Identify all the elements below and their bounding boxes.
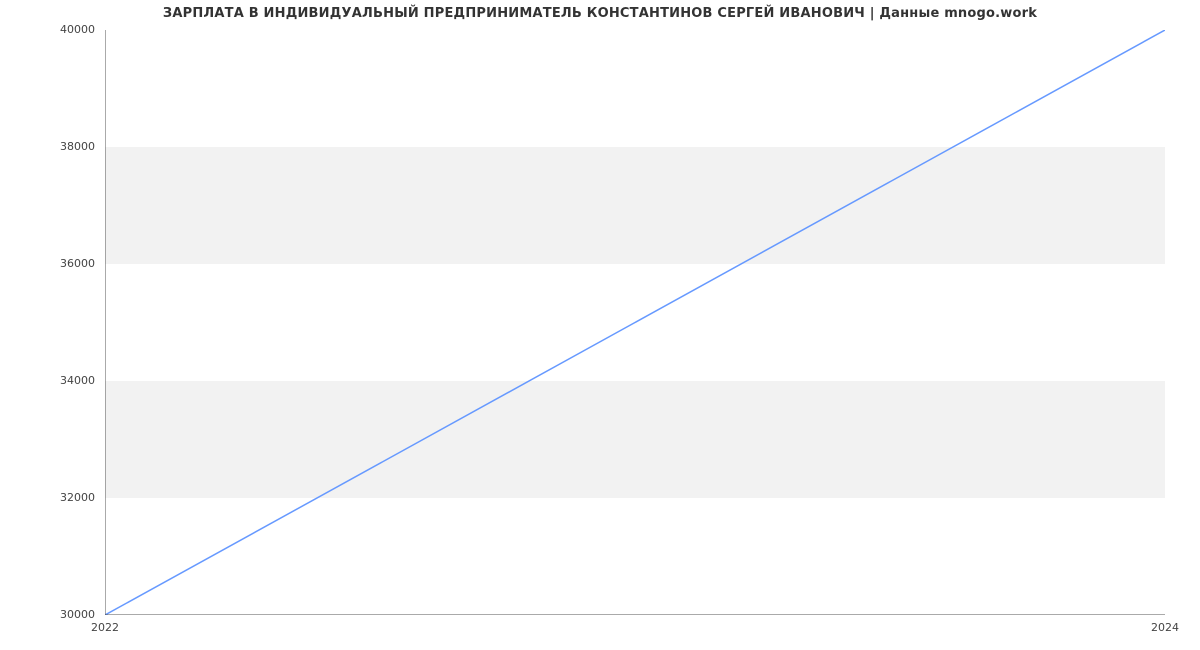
y-tick-label: 40000 bbox=[0, 23, 95, 36]
line-chart: ЗАРПЛАТА В ИНДИВИДУАЛЬНЫЙ ПРЕДПРИНИМАТЕЛ… bbox=[0, 0, 1200, 650]
y-tick-label: 36000 bbox=[0, 257, 95, 270]
y-tick-label: 38000 bbox=[0, 140, 95, 153]
x-tick-label: 2024 bbox=[1145, 621, 1185, 634]
grid-band bbox=[105, 381, 1165, 498]
grid-band bbox=[105, 147, 1165, 264]
y-tick-label: 34000 bbox=[0, 374, 95, 387]
y-tick-label: 32000 bbox=[0, 491, 95, 504]
y-tick-label: 30000 bbox=[0, 608, 95, 621]
chart-title: ЗАРПЛАТА В ИНДИВИДУАЛЬНЫЙ ПРЕДПРИНИМАТЕЛ… bbox=[0, 6, 1200, 21]
plot-area bbox=[105, 30, 1165, 615]
x-tick-label: 2022 bbox=[85, 621, 125, 634]
data-series-line bbox=[105, 30, 1165, 615]
plot-svg bbox=[105, 30, 1165, 615]
